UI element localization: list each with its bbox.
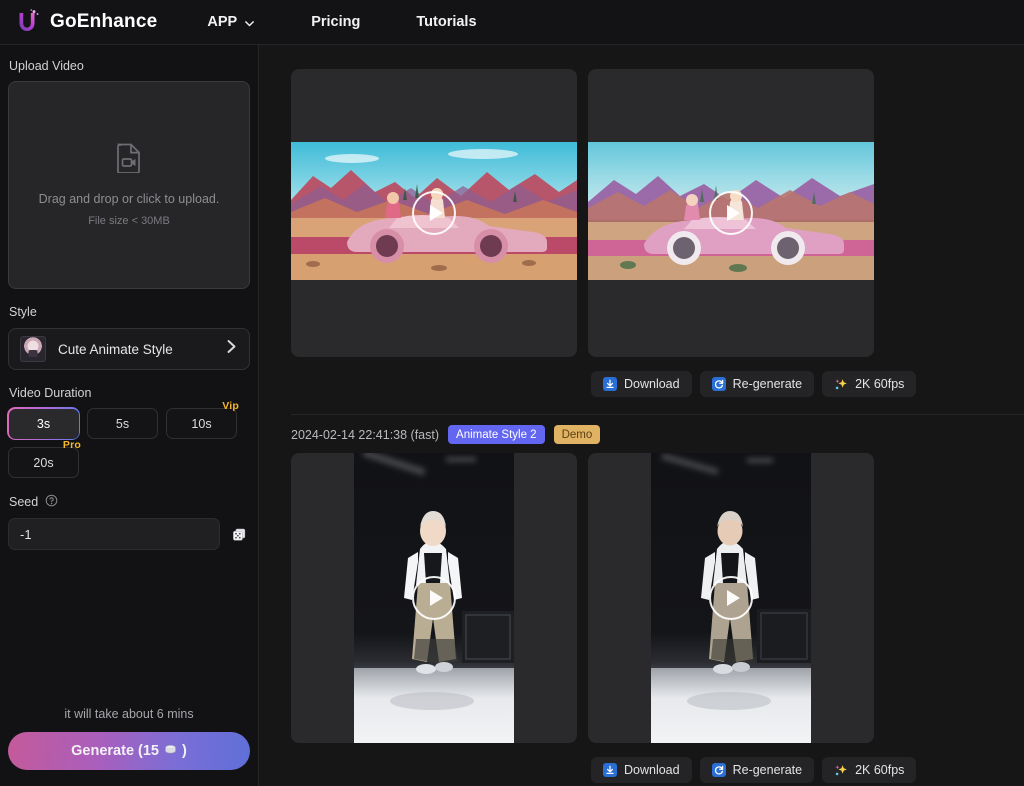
nav-item-app[interactable]: APP: [203, 8, 259, 36]
duration-label: 5s: [115, 416, 130, 431]
action-label: 2K 60fps: [855, 377, 905, 391]
refresh-icon: [711, 763, 726, 778]
action-label: Re-generate: [732, 763, 803, 778]
video-frame: [291, 142, 577, 280]
style-selected-value: Cute Animate Style: [58, 341, 173, 357]
result-meta: 2024-02-14 22:41:38 (fast) Animate Style…: [259, 415, 1024, 453]
download-button[interactable]: Download: [591, 371, 692, 397]
status-badge-style: Animate Style 2: [448, 425, 545, 445]
seed-input[interactable]: [8, 518, 220, 550]
seed-label-text: Seed: [9, 495, 39, 509]
generated-video-panel[interactable]: [291, 453, 577, 744]
video-row: [259, 69, 1024, 357]
upload-hint: Drag and drop or click to upload.: [38, 192, 220, 206]
nav-item-label: Tutorials: [416, 14, 477, 30]
seed-row: [8, 518, 250, 550]
download-icon: [603, 763, 617, 778]
brand-name: GoEnhance: [50, 11, 158, 32]
generated-video-panel[interactable]: [291, 69, 577, 357]
duration-section: Video Duration 3s 5s 10s Vip 20s Pro: [8, 386, 250, 478]
video-frame: [651, 453, 811, 744]
duration-options: 3s 5s 10s Vip 20s Pro: [8, 400, 250, 478]
sidebar-footer: it will take about 6 mins Generate (15 ): [8, 707, 250, 776]
pro-badge: Pro: [62, 439, 81, 451]
action-label: Re-generate: [732, 377, 803, 391]
style-section-label: Style: [9, 305, 37, 319]
coin-icon: [163, 742, 178, 761]
video-file-icon: [116, 143, 142, 178]
duration-label: 20s: [33, 455, 54, 470]
original-video-panel[interactable]: [588, 69, 874, 357]
randomize-seed-button[interactable]: [229, 524, 250, 545]
upload-section-label: Upload Video: [9, 59, 84, 73]
video-row: [259, 453, 1024, 744]
style-section: Style Cute Animate Style: [8, 305, 250, 370]
status-badge-demo: Demo: [553, 425, 601, 445]
generate-label: Generate (15: [71, 743, 159, 759]
nav-item-label: Pricing: [311, 14, 361, 30]
upscale-2k-button[interactable]: 2K 60fps: [822, 757, 917, 784]
result-block: Download Re-generate 2K 60fps: [259, 45, 1024, 415]
action-label: Download: [624, 377, 680, 391]
regenerate-button[interactable]: Re-generate: [699, 371, 815, 397]
help-circle-icon[interactable]: [45, 494, 58, 510]
top-header: GoEnhance APP Pricing Tutorials: [0, 0, 1024, 45]
goenhance-logo-icon: [12, 7, 42, 37]
result-timestamp: 2024-02-14 22:41:38 (fast): [291, 427, 440, 442]
duration-section-label: Video Duration: [9, 386, 92, 400]
generate-suffix: ): [182, 743, 187, 759]
upload-dropzone[interactable]: Drag and drop or click to upload. File s…: [8, 81, 250, 289]
video-frame: [588, 142, 874, 280]
download-button[interactable]: Download: [591, 757, 692, 784]
upscale-2k-button[interactable]: 2K 60fps: [822, 371, 917, 397]
eta-text: it will take about 6 mins: [64, 707, 194, 721]
duration-option-3s[interactable]: 3s: [8, 408, 79, 439]
duration-label: 10s: [191, 416, 212, 431]
original-video-panel[interactable]: [588, 453, 874, 744]
upload-size-limit: File size < 30MB: [88, 215, 170, 227]
generate-button[interactable]: Generate (15 ): [8, 732, 250, 770]
chevron-right-icon: [225, 339, 238, 359]
nav-item-label: APP: [207, 14, 238, 30]
seed-section-label: Seed: [9, 494, 250, 510]
regenerate-button[interactable]: Re-generate: [699, 757, 815, 784]
nav-item-pricing[interactable]: Pricing: [307, 8, 364, 36]
vip-badge: Vip: [222, 400, 239, 412]
action-row: Download Re-generate 2K 60fps: [259, 357, 1024, 397]
goenhance-app: GoEnhance APP Pricing Tutorials Upload V…: [0, 0, 1024, 786]
result-block: 2024-02-14 22:41:38 (fast) Animate Style…: [259, 415, 1024, 784]
nav-item-tutorials[interactable]: Tutorials: [412, 8, 480, 36]
action-label: Download: [624, 763, 680, 778]
results-area: Download Re-generate 2K 60fps 2024-02-14…: [259, 45, 1024, 786]
style-selector[interactable]: Cute Animate Style: [8, 328, 250, 370]
seed-section: Seed: [8, 494, 250, 550]
duration-option-20s[interactable]: 20s Pro: [8, 439, 81, 478]
download-icon: [603, 377, 617, 391]
dice-icon: [231, 528, 248, 546]
main-nav: APP Pricing Tutorials: [203, 8, 480, 36]
refresh-icon: [711, 377, 726, 391]
duration-option-5s[interactable]: 5s: [87, 408, 158, 439]
duration-option-10s[interactable]: 10s Vip: [166, 400, 239, 439]
app-body: Upload Video Drag and drop or click to u…: [0, 45, 1024, 786]
video-frame: [354, 453, 514, 744]
duration-label: 3s: [36, 416, 51, 431]
sparkle-icon: [834, 377, 848, 391]
action-label: 2K 60fps: [855, 763, 905, 778]
style-thumbnail-icon: [20, 336, 46, 362]
left-sidebar: Upload Video Drag and drop or click to u…: [0, 45, 259, 786]
chevron-down-icon: [244, 17, 255, 28]
action-row: Download Re-generate 2K 60fps: [259, 743, 1024, 784]
brand[interactable]: GoEnhance: [12, 7, 157, 37]
sparkle-icon: [834, 763, 848, 777]
